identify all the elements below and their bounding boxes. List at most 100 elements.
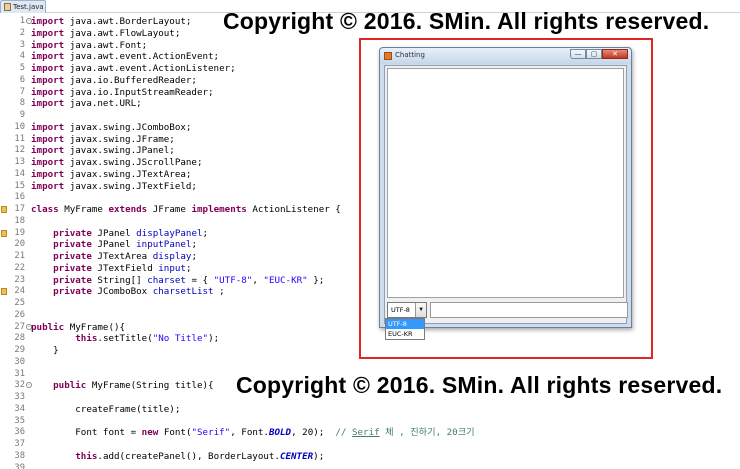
code-text: this.setTitle("No Title"); — [31, 333, 219, 345]
line-number: 22 — [14, 262, 25, 273]
window-title-bar[interactable]: Chatting — ▢ ✕ — [380, 48, 631, 64]
code-token: "Serif" — [191, 427, 231, 439]
code-text: private JPanel displayPanel; — [31, 228, 208, 240]
code-token: ; — [185, 262, 192, 274]
code-text: createFrame(title); — [31, 404, 180, 416]
code-line: 39 — [0, 463, 740, 469]
code-token: CENTER — [279, 450, 314, 462]
code-token: javax.swing.JFrame; — [64, 133, 175, 145]
warning-marker-icon[interactable] — [1, 229, 7, 237]
code-token: java.awt.event.ActionEvent; — [64, 51, 220, 63]
charset-dropdown-list: UTF-8 EUC-KR — [385, 318, 425, 340]
close-button[interactable]: ✕ — [602, 49, 628, 59]
code-token: JPanel — [91, 239, 137, 251]
line-number: 23 — [14, 274, 25, 285]
code-text: Font font = new Font("Serif", Font.BOLD,… — [31, 427, 475, 439]
code-token: import — [31, 27, 65, 39]
copyright-watermark-bottom: Copyright © 2016. SMin. All rights reser… — [236, 372, 723, 398]
code-token: charsetList — [152, 286, 214, 298]
code-token: import — [31, 133, 65, 145]
code-token: private — [53, 239, 92, 251]
chatting-window: Chatting — ▢ ✕ UTF-8 ▼ — [379, 47, 632, 328]
code-token: }; — [307, 274, 325, 286]
line-number: 4 — [19, 51, 25, 62]
code-token: display — [152, 251, 192, 262]
code-token: ); — [313, 450, 325, 462]
code-token: implements — [191, 204, 247, 215]
code-token: this — [75, 333, 98, 345]
charset-combobox[interactable]: UTF-8 ▼ — [387, 302, 427, 318]
message-input[interactable] — [430, 302, 628, 318]
code-token: public — [31, 321, 65, 333]
line-number: 18 — [14, 215, 25, 226]
code-token: JPanel — [91, 227, 137, 239]
code-line: 34 createFrame(title); — [0, 404, 740, 416]
code-token: java.awt.event.ActionListener; — [64, 63, 236, 74]
code-token: .setTitle( — [97, 333, 153, 345]
code-token: ; — [191, 239, 198, 251]
line-number: 5 — [19, 63, 25, 73]
code-token: import — [31, 39, 65, 51]
editor-tab[interactable]: Test.java — [0, 0, 46, 13]
maximize-button[interactable]: ▢ — [586, 49, 602, 59]
line-number: 7 — [19, 86, 25, 97]
code-token: inputPanel — [136, 239, 192, 251]
charset-option-utf8[interactable]: UTF-8 — [386, 319, 424, 329]
line-number: 19 — [14, 227, 25, 238]
code-line: 37 — [0, 439, 740, 451]
code-token: import — [31, 86, 65, 98]
warning-marker-icon[interactable] — [1, 206, 7, 213]
line-number: 30 — [14, 356, 25, 367]
line-number: 28 — [14, 333, 25, 344]
chat-display-area[interactable] — [387, 68, 624, 298]
warning-marker-icon[interactable] — [1, 288, 7, 296]
line-number: 10 — [14, 121, 25, 132]
code-text: private JPanel inputPanel; — [31, 239, 197, 251]
code-token: javax.swing.JPanel; — [64, 145, 175, 157]
code-token: } — [31, 345, 59, 356]
code-token: import — [31, 16, 65, 27]
code-token: public — [53, 380, 87, 392]
line-number: 35 — [14, 415, 25, 426]
chevron-down-icon[interactable]: ▼ — [415, 303, 426, 317]
code-token: JComboBox — [91, 286, 153, 298]
code-token: private — [53, 286, 92, 298]
charset-option-euckr[interactable]: EUC-KR — [386, 329, 424, 339]
java-file-icon — [4, 3, 11, 11]
code-token: JTextArea — [91, 251, 153, 262]
line-number: 14 — [14, 168, 25, 179]
editor-tab-label: Test.java — [13, 3, 44, 11]
line-number: 2 — [19, 27, 25, 38]
code-text: import java.awt.event.ActionListener; — [31, 63, 236, 75]
code-text: import javax.swing.JTextArea; — [31, 169, 191, 181]
line-number: 1 — [19, 16, 25, 26]
code-line: 36 Font font = new Font("Serif", Font.BO… — [0, 427, 740, 439]
window-controls: — ▢ ✕ — [570, 49, 628, 59]
code-text: private JTextField input; — [31, 263, 191, 275]
code-token: , 20); — [291, 427, 336, 439]
window-title: Chatting — [395, 51, 425, 59]
code-token: charset — [147, 274, 186, 286]
code-token: 체 , 진하기, 20크기 — [379, 427, 475, 439]
minimize-button[interactable]: — — [570, 49, 586, 59]
java-app-icon — [384, 52, 392, 60]
code-token: Font( — [158, 427, 192, 439]
code-token: ; — [202, 227, 209, 239]
line-number: 15 — [14, 180, 25, 191]
code-line: 35 — [0, 416, 740, 428]
code-token: private — [53, 274, 92, 286]
code-token: import — [31, 168, 65, 180]
code-text: import java.io.BufferedReader; — [31, 75, 197, 87]
code-token: class — [31, 204, 59, 215]
line-number: 31 — [14, 368, 25, 379]
code-token: MyFrame(String title){ — [86, 380, 214, 392]
line-number: 13 — [14, 157, 25, 167]
code-token: import — [31, 180, 65, 192]
code-token: MyFrame — [58, 204, 109, 215]
line-number: 39 — [14, 462, 25, 469]
